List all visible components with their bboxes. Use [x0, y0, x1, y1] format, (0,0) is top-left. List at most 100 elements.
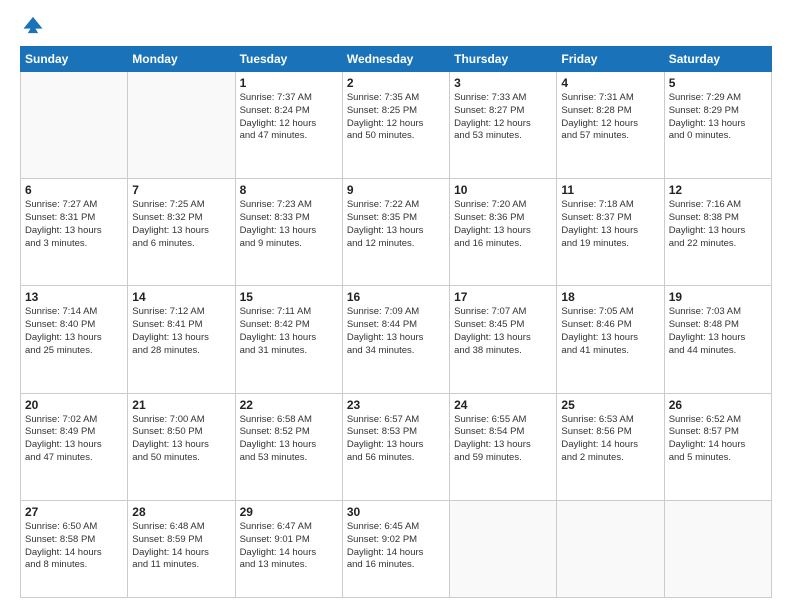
calendar-cell: 18 Sunrise: 7:05 AM Sunset: 8:46 PM Dayli…	[557, 286, 664, 393]
day-of-week-header: Sunday	[21, 47, 128, 72]
day-number: 2	[347, 76, 445, 90]
day-info: Sunrise: 7:07 AM Sunset: 8:45 PM Dayligh…	[454, 306, 552, 357]
calendar-table: SundayMondayTuesdayWednesdayThursdayFrid…	[20, 46, 772, 598]
calendar-cell: 14Sunrise: 7:12 AM Sunset: 8:41 PM Dayli…	[128, 286, 235, 393]
day-number: 6	[25, 183, 123, 197]
calendar-cell: 5 Sunrise: 7:29 AM Sunset: 8:29 PM Daylig…	[664, 72, 771, 179]
day-info: Sunrise: 7:23 AM Sunset: 8:33 PM Dayligh…	[240, 199, 338, 250]
day-number: 26	[669, 398, 767, 412]
calendar-cell: 19 Sunrise: 7:03 AM Sunset: 8:48 PM Dayli…	[664, 286, 771, 393]
day-info: Sunrise: 6:53 AM Sunset: 8:56 PM Dayligh…	[561, 414, 659, 465]
calendar-week-row: 13Sunrise: 7:14 AM Sunset: 8:40 PM Dayli…	[21, 286, 772, 393]
calendar-cell	[664, 500, 771, 597]
day-info: Sunrise: 7:31 AM Sunset: 8:28 PM Dayligh…	[561, 92, 659, 143]
calendar-cell: 25 Sunrise: 6:53 AM Sunset: 8:56 PM Dayli…	[557, 393, 664, 500]
day-number: 11	[561, 183, 659, 197]
day-number: 17	[454, 290, 552, 304]
day-info: Sunrise: 7:20 AM Sunset: 8:36 PM Dayligh…	[454, 199, 552, 250]
calendar-cell: 3 Sunrise: 7:33 AM Sunset: 8:27 PM Daylig…	[450, 72, 557, 179]
day-number: 13	[25, 290, 123, 304]
calendar-week-row: 6 Sunrise: 7:27 AM Sunset: 8:31 PM Daylig…	[21, 179, 772, 286]
day-info: Sunrise: 7:27 AM Sunset: 8:31 PM Dayligh…	[25, 199, 123, 250]
day-of-week-header: Tuesday	[235, 47, 342, 72]
day-number: 19	[669, 290, 767, 304]
day-info: Sunrise: 7:35 AM Sunset: 8:25 PM Dayligh…	[347, 92, 445, 143]
calendar-cell: 29Sunrise: 6:47 AM Sunset: 9:01 PM Dayli…	[235, 500, 342, 597]
day-number: 8	[240, 183, 338, 197]
day-number: 18	[561, 290, 659, 304]
calendar-cell: 8 Sunrise: 7:23 AM Sunset: 8:33 PM Daylig…	[235, 179, 342, 286]
day-info: Sunrise: 6:55 AM Sunset: 8:54 PM Dayligh…	[454, 414, 552, 465]
day-number: 1	[240, 76, 338, 90]
day-number: 20	[25, 398, 123, 412]
calendar-cell: 12 Sunrise: 7:16 AM Sunset: 8:38 PM Dayli…	[664, 179, 771, 286]
day-info: Sunrise: 7:11 AM Sunset: 8:42 PM Dayligh…	[240, 306, 338, 357]
calendar-cell: 21 Sunrise: 7:00 AM Sunset: 8:50 PM Dayli…	[128, 393, 235, 500]
calendar-cell: 2 Sunrise: 7:35 AM Sunset: 8:25 PM Daylig…	[342, 72, 449, 179]
calendar-header-row: SundayMondayTuesdayWednesdayThursdayFrid…	[21, 47, 772, 72]
day-number: 23	[347, 398, 445, 412]
day-info: Sunrise: 7:03 AM Sunset: 8:48 PM Dayligh…	[669, 306, 767, 357]
day-number: 21	[132, 398, 230, 412]
day-info: Sunrise: 7:22 AM Sunset: 8:35 PM Dayligh…	[347, 199, 445, 250]
calendar-cell: 4 Sunrise: 7:31 AM Sunset: 8:28 PM Daylig…	[557, 72, 664, 179]
day-info: Sunrise: 7:18 AM Sunset: 8:37 PM Dayligh…	[561, 199, 659, 250]
day-info: Sunrise: 6:57 AM Sunset: 8:53 PM Dayligh…	[347, 414, 445, 465]
calendar-cell: 7 Sunrise: 7:25 AM Sunset: 8:32 PM Daylig…	[128, 179, 235, 286]
day-info: Sunrise: 7:29 AM Sunset: 8:29 PM Dayligh…	[669, 92, 767, 143]
day-number: 25	[561, 398, 659, 412]
day-info: Sunrise: 6:47 AM Sunset: 9:01 PM Dayligh…	[240, 521, 338, 572]
calendar-cell: 6 Sunrise: 7:27 AM Sunset: 8:31 PM Daylig…	[21, 179, 128, 286]
calendar-cell: 22 Sunrise: 6:58 AM Sunset: 8:52 PM Dayli…	[235, 393, 342, 500]
day-info: Sunrise: 6:52 AM Sunset: 8:57 PM Dayligh…	[669, 414, 767, 465]
day-info: Sunrise: 7:33 AM Sunset: 8:27 PM Dayligh…	[454, 92, 552, 143]
calendar-cell: 30 Sunrise: 6:45 AM Sunset: 9:02 PM Dayli…	[342, 500, 449, 597]
day-info: Sunrise: 7:00 AM Sunset: 8:50 PM Dayligh…	[132, 414, 230, 465]
day-number: 5	[669, 76, 767, 90]
page: SundayMondayTuesdayWednesdayThursdayFrid…	[0, 0, 792, 612]
calendar-cell	[128, 72, 235, 179]
calendar-cell: 15 Sunrise: 7:11 AM Sunset: 8:42 PM Dayli…	[235, 286, 342, 393]
calendar-week-row: 27Sunrise: 6:50 AM Sunset: 8:58 PM Dayli…	[21, 500, 772, 597]
day-of-week-header: Friday	[557, 47, 664, 72]
day-of-week-header: Thursday	[450, 47, 557, 72]
logo	[20, 18, 44, 36]
day-number: 4	[561, 76, 659, 90]
day-number: 15	[240, 290, 338, 304]
calendar-cell: 23 Sunrise: 6:57 AM Sunset: 8:53 PM Dayli…	[342, 393, 449, 500]
day-of-week-header: Monday	[128, 47, 235, 72]
day-info: Sunrise: 7:37 AM Sunset: 8:24 PM Dayligh…	[240, 92, 338, 143]
day-number: 12	[669, 183, 767, 197]
calendar-cell: 24 Sunrise: 6:55 AM Sunset: 8:54 PM Dayli…	[450, 393, 557, 500]
calendar-cell: 11 Sunrise: 7:18 AM Sunset: 8:37 PM Dayli…	[557, 179, 664, 286]
day-info: Sunrise: 7:25 AM Sunset: 8:32 PM Dayligh…	[132, 199, 230, 250]
day-number: 9	[347, 183, 445, 197]
day-number: 3	[454, 76, 552, 90]
calendar-cell: 27Sunrise: 6:50 AM Sunset: 8:58 PM Dayli…	[21, 500, 128, 597]
day-number: 7	[132, 183, 230, 197]
day-number: 28	[132, 505, 230, 519]
calendar-cell: 28Sunrise: 6:48 AM Sunset: 8:59 PM Dayli…	[128, 500, 235, 597]
calendar-cell: 10Sunrise: 7:20 AM Sunset: 8:36 PM Dayli…	[450, 179, 557, 286]
day-info: Sunrise: 6:45 AM Sunset: 9:02 PM Dayligh…	[347, 521, 445, 572]
day-info: Sunrise: 7:12 AM Sunset: 8:41 PM Dayligh…	[132, 306, 230, 357]
calendar-cell	[21, 72, 128, 179]
day-number: 30	[347, 505, 445, 519]
day-number: 22	[240, 398, 338, 412]
calendar-cell: 17 Sunrise: 7:07 AM Sunset: 8:45 PM Dayli…	[450, 286, 557, 393]
calendar-cell: 26 Sunrise: 6:52 AM Sunset: 8:57 PM Dayli…	[664, 393, 771, 500]
calendar-cell	[450, 500, 557, 597]
day-info: Sunrise: 7:16 AM Sunset: 8:38 PM Dayligh…	[669, 199, 767, 250]
header	[20, 18, 772, 36]
calendar-cell: 20 Sunrise: 7:02 AM Sunset: 8:49 PM Dayli…	[21, 393, 128, 500]
day-info: Sunrise: 6:50 AM Sunset: 8:58 PM Dayligh…	[25, 521, 123, 572]
calendar-cell: 9 Sunrise: 7:22 AM Sunset: 8:35 PM Daylig…	[342, 179, 449, 286]
calendar-cell: 1 Sunrise: 7:37 AM Sunset: 8:24 PM Daylig…	[235, 72, 342, 179]
day-info: Sunrise: 7:05 AM Sunset: 8:46 PM Dayligh…	[561, 306, 659, 357]
day-of-week-header: Saturday	[664, 47, 771, 72]
calendar-cell: 16Sunrise: 7:09 AM Sunset: 8:44 PM Dayli…	[342, 286, 449, 393]
day-info: Sunrise: 6:58 AM Sunset: 8:52 PM Dayligh…	[240, 414, 338, 465]
day-number: 24	[454, 398, 552, 412]
day-info: Sunrise: 7:02 AM Sunset: 8:49 PM Dayligh…	[25, 414, 123, 465]
calendar-cell: 13Sunrise: 7:14 AM Sunset: 8:40 PM Dayli…	[21, 286, 128, 393]
